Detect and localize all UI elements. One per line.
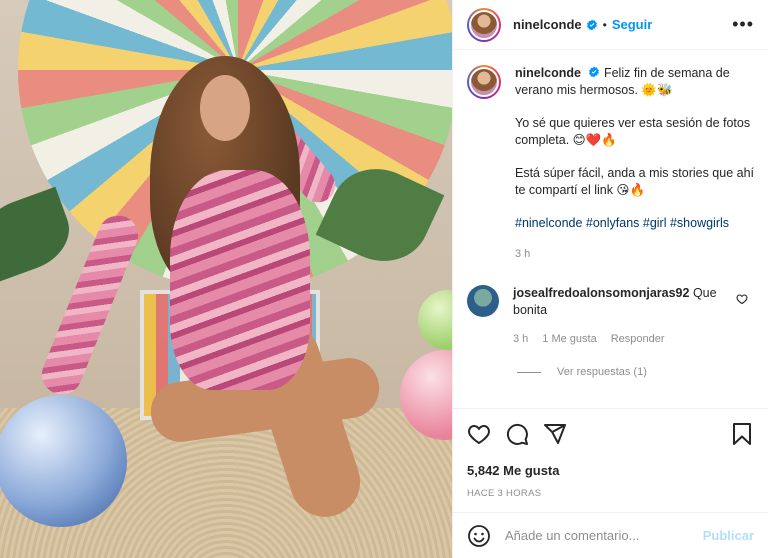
post-timestamp[interactable]: HACE 3 HORAS (467, 488, 754, 499)
commenter-avatar[interactable] (467, 285, 499, 317)
share-icon[interactable] (543, 422, 567, 446)
caption: ninelconde Feliz fin de semana de verano… (467, 65, 754, 263)
instagram-post: ninelconde • Seguir ••• ninelconde Feliz… (0, 0, 768, 558)
comment-composer: Publicar (453, 512, 768, 558)
likes-count[interactable]: 5,842 Me gusta (467, 463, 754, 478)
model-face (200, 75, 250, 141)
caption-body: ninelconde Feliz fin de semana de verano… (515, 65, 754, 263)
caption-avatar[interactable] (467, 65, 501, 99)
author-avatar[interactable] (467, 7, 501, 42)
author-username[interactable]: ninelconde (513, 17, 582, 32)
caption-text-3: Está súper fácil, anda a mis stories que… (515, 166, 755, 197)
action-bar: 5,842 Me gusta HACE 3 HORAS (453, 408, 768, 499)
separator-dot: • (602, 17, 607, 32)
caption-time: 3 h (515, 248, 531, 260)
view-replies-label[interactable]: Ver respuestas (1) (557, 366, 647, 378)
post-sidebar: ninelconde • Seguir ••• ninelconde Feliz… (452, 0, 768, 558)
model-swimsuit (170, 170, 310, 390)
comment-input[interactable] (505, 528, 703, 543)
comment-time: 3 h (513, 333, 529, 345)
verified-badge-icon (589, 66, 600, 78)
comment-meta: 3 h 1 Me gusta Responder (513, 331, 723, 348)
comment-likes[interactable]: 1 Me gusta (542, 331, 596, 348)
view-replies[interactable]: Ver respuestas (1) (517, 366, 754, 378)
post-image[interactable] (0, 0, 452, 558)
verified-badge-icon (586, 19, 597, 30)
action-icons (467, 409, 754, 459)
caption-username[interactable]: ninelconde (515, 66, 581, 80)
commenter-username[interactable]: josealfredoalonsomonjaras92 (513, 286, 689, 300)
blue-beach-ball (0, 395, 127, 527)
caption-hashtags[interactable]: #ninelconde #onlyfans #girl #showgirls (515, 215, 754, 232)
comment-item: josealfredoalonsomonjaras92 Que bonita 3… (467, 285, 754, 348)
replies-line (517, 371, 541, 373)
publish-button[interactable]: Publicar (703, 528, 754, 543)
small-heart-icon[interactable] (736, 293, 748, 305)
comment-icon[interactable] (505, 422, 529, 446)
heart-icon[interactable] (467, 422, 491, 446)
caption-text-2: Yo sé que quieres ver esta sesión de fot… (515, 116, 751, 147)
more-options-icon[interactable]: ••• (732, 14, 754, 35)
follow-button[interactable]: Seguir (612, 17, 652, 32)
comments-section[interactable]: ninelconde Feliz fin de semana de verano… (453, 51, 768, 406)
bookmark-icon[interactable] (730, 422, 754, 446)
post-header: ninelconde • Seguir ••• (453, 0, 768, 50)
comment-body: josealfredoalonsomonjaras92 Que bonita 3… (513, 285, 723, 348)
reply-button[interactable]: Responder (611, 331, 665, 348)
emoji-icon[interactable] (467, 524, 491, 548)
